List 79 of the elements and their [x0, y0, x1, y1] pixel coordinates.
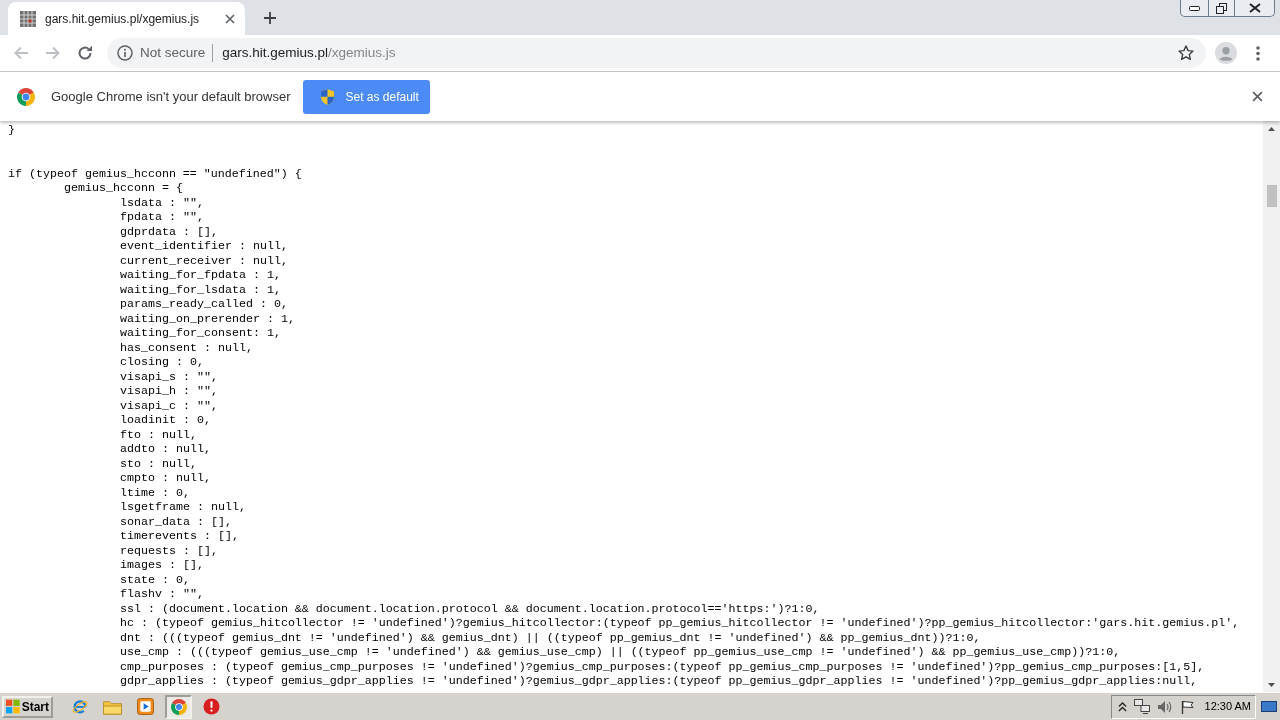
- reload-icon: [77, 45, 93, 61]
- code-line: visapi_s : "",: [120, 369, 218, 384]
- code-line: if (typeof gemius_hcconn == "undefined") {: [8, 166, 302, 181]
- scrollbar[interactable]: [1263, 121, 1280, 692]
- code-line: gdpr_applies : (typeof gemius_gdpr_applies != 'undefined')?gemius_gdpr_applies:(typeof pp_gemius_gdpr_applies != 'undefined')?pp_gemius_gdpr_applies:null,: [120, 674, 1198, 689]
- grid-icon: [20, 10, 36, 27]
- star-icon: [1178, 45, 1194, 61]
- code-line: requests : [],: [120, 543, 218, 558]
- code-line: has_consent : null,: [120, 340, 253, 355]
- tab-close-button[interactable]: [225, 13, 235, 24]
- network-icon[interactable]: [1133, 699, 1150, 714]
- windows-logo-icon: [6, 699, 20, 714]
- url-path: /xgemius.js: [328, 43, 396, 62]
- code-line: timerevents : [],: [120, 529, 239, 544]
- menu-icon: [1256, 45, 1260, 61]
- code-line: visapi_c : "",: [120, 398, 218, 413]
- minimize-icon: [1189, 5, 1200, 11]
- code-line: state : 0,: [120, 572, 190, 587]
- code-line: ssl : (document.location && document.location.protocol && document.location.protocol=='https:')?1:0,: [120, 601, 820, 616]
- code-line: closing : 0,: [120, 355, 204, 370]
- code-line: waiting_on_prerender : 1,: [120, 311, 295, 326]
- code-line: hc : (typeof gemius_hitcollector != 'undefined')?gemius_hitcollector:(typeof pp_gemius_hitcollector != 'undefined')?pp_gemius_hitcollector:'gars.hit.gemius.pl',: [120, 616, 1240, 631]
- play-tile-icon: [137, 698, 154, 715]
- code-line: current_receiver : null,: [120, 253, 288, 268]
- code-line: cmpto : null,: [120, 471, 211, 486]
- close-icon: [225, 13, 235, 24]
- avatar-icon: [1215, 42, 1237, 64]
- browser-logo-icon: [170, 698, 187, 715]
- plus-icon: [264, 12, 276, 24]
- code-line: loadinit : 0,: [120, 413, 211, 428]
- up-triangle-icon: [1268, 126, 1275, 131]
- code-line: gemius_hcconn = {: [64, 181, 183, 196]
- code-line: use_cmp : (((typeof gemius_use_cmp != 'undefined') && gemius_use_cmp) || ((typeof pp_gemius_use_cmp != 'undefined') && pp_gemius_use_cmp))?1:0,: [120, 645, 1121, 660]
- code-line: params_ready_called : 0,: [120, 297, 288, 312]
- code-line: dnt : (((typeof gemius_dnt != 'undefined') && gemius_dnt) || ((typeof pp_gemius_dnt != 'undefined') && pp_gemius_dnt))?1:0,: [120, 630, 981, 645]
- code-line: waiting_for_fpdata : 1,: [120, 268, 281, 283]
- url-host: gars.hit.gemius.pl: [222, 43, 329, 62]
- code-line: }: [8, 123, 15, 138]
- down-triangle-icon: [1268, 682, 1275, 687]
- code-line: cmp_purposes : (typeof gemius_cmp_purposes != 'undefined')?gemius_cmp_purposes:(typeof pp_gemius_cmp_purposes != 'undefined')?pp_gemius_cmp_purposes:[1,5],: [120, 659, 1205, 674]
- start-button[interactable]: Start: [2, 695, 53, 718]
- browser-logo-icon: [17, 87, 35, 106]
- profile-button[interactable]: [1212, 39, 1240, 67]
- info-icon: [117, 45, 133, 61]
- code-line: ltime : 0,: [120, 485, 190, 500]
- taskbar-button[interactable]: [165, 694, 192, 719]
- code-line: waiting_for_consent: 1,: [120, 326, 281, 341]
- chevron-up-icon[interactable]: [1117, 701, 1127, 712]
- address-bar[interactable]: Not secure gars.hit.gemius.pl/xgemius.js: [107, 38, 1206, 68]
- code-line: sto : null,: [120, 456, 197, 471]
- browser-tab[interactable]: gars.hit.gemius.pl/xgemius.js: [8, 2, 245, 35]
- code-line: sonar_data : [],: [120, 514, 232, 529]
- code-line: lsgetframe : null,: [120, 500, 246, 515]
- shield-icon: [321, 88, 335, 105]
- alert-circle-icon: [203, 698, 220, 715]
- volume-icon[interactable]: [1156, 699, 1173, 714]
- code-line: addto : null,: [120, 442, 211, 457]
- desktop-icon: [1261, 701, 1277, 712]
- code-line: fto : null,: [120, 427, 197, 442]
- code-line: waiting_for_lsdata : 1,: [120, 282, 281, 297]
- code-line: images : [],: [120, 558, 204, 573]
- code-line: event_identifier : null,: [120, 239, 288, 254]
- infobar-message: Google Chrome isn't your default browser: [51, 87, 291, 106]
- forward-arrow-icon: [45, 45, 61, 61]
- scrollbar-thumb[interactable]: [1266, 185, 1277, 207]
- code-line: flashv : "",: [120, 587, 204, 602]
- code-line: lsdata : "",: [120, 195, 204, 210]
- e-logo-icon: [70, 697, 89, 716]
- close-icon: [1248, 3, 1261, 13]
- code-line: gdprdata : [],: [120, 224, 218, 239]
- infobar-close-button[interactable]: [1252, 91, 1263, 102]
- flag-icon[interactable]: [1179, 699, 1194, 714]
- code-line: visapi_h : "",: [120, 384, 218, 399]
- back-arrow-icon: [13, 45, 29, 61]
- security-label: Not secure: [140, 43, 206, 62]
- code-line: fpdata : "",: [120, 210, 204, 225]
- close-icon: [1252, 91, 1263, 102]
- clock[interactable]: 12:30 AM: [1204, 698, 1251, 715]
- folder-icon: [103, 698, 122, 715]
